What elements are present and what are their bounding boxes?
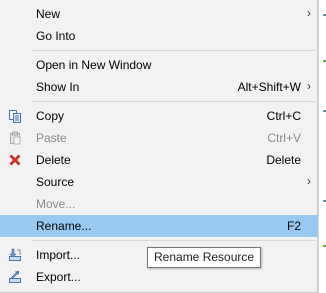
menu-item-label: Copy xyxy=(36,109,65,123)
menu-item-copy[interactable]: Copy Ctrl+C xyxy=(0,105,318,127)
menu-item-label: New xyxy=(36,7,61,21)
menu-item-shortcut: Ctrl+C xyxy=(266,109,301,123)
menu-separator xyxy=(32,240,316,241)
background-editor-edge xyxy=(318,0,326,293)
menu-item-shortcut: Ctrl+V xyxy=(267,131,301,145)
menu-separator xyxy=(32,101,316,102)
submenu-arrow-icon: › xyxy=(307,6,311,20)
export-icon xyxy=(8,270,22,284)
menu-item-label: Source xyxy=(36,175,75,189)
menu-item-export[interactable]: Export... xyxy=(0,266,318,288)
delete-icon xyxy=(8,153,22,167)
menu-item-label: Open in New Window xyxy=(36,58,152,72)
menu-item-label: Rename... xyxy=(36,219,92,233)
tooltip: Rename Resource xyxy=(147,247,262,268)
copy-icon xyxy=(8,109,22,123)
menu-item-delete[interactable]: Delete Delete xyxy=(0,149,318,171)
submenu-arrow-icon: › xyxy=(307,79,311,93)
menu-item-shortcut: Alt+Shift+W xyxy=(237,80,301,94)
import-icon xyxy=(8,248,22,262)
paste-icon xyxy=(8,131,22,145)
menu-item-move[interactable]: Move... xyxy=(0,193,318,215)
menu-item-rename[interactable]: Rename... F2 xyxy=(0,215,318,237)
menu-item-label: Move... xyxy=(36,197,76,211)
menu-item-label: Import... xyxy=(36,248,81,262)
menu-item-source[interactable]: Source › xyxy=(0,171,318,193)
menu-item-shortcut: F2 xyxy=(286,219,301,233)
menu-item-label: Delete xyxy=(36,153,71,167)
menu-item-label: Paste xyxy=(36,131,67,145)
menu-separator xyxy=(32,50,316,51)
menu-item-label: Go Into xyxy=(36,29,76,43)
menu-item-show-in[interactable]: Show In Alt+Shift+W › xyxy=(0,76,318,98)
menu-item-label: Show In xyxy=(36,80,80,94)
menu-item-new[interactable]: New › xyxy=(0,3,318,25)
menu-item-paste[interactable]: Paste Ctrl+V xyxy=(0,127,318,149)
menu-item-go-into[interactable]: Go Into xyxy=(0,25,318,47)
menu-item-label: Export... xyxy=(36,270,81,284)
submenu-arrow-icon: › xyxy=(307,174,311,188)
menu-item-shortcut: Delete xyxy=(266,153,301,167)
menu-item-open-in-new-window[interactable]: Open in New Window xyxy=(0,54,318,76)
